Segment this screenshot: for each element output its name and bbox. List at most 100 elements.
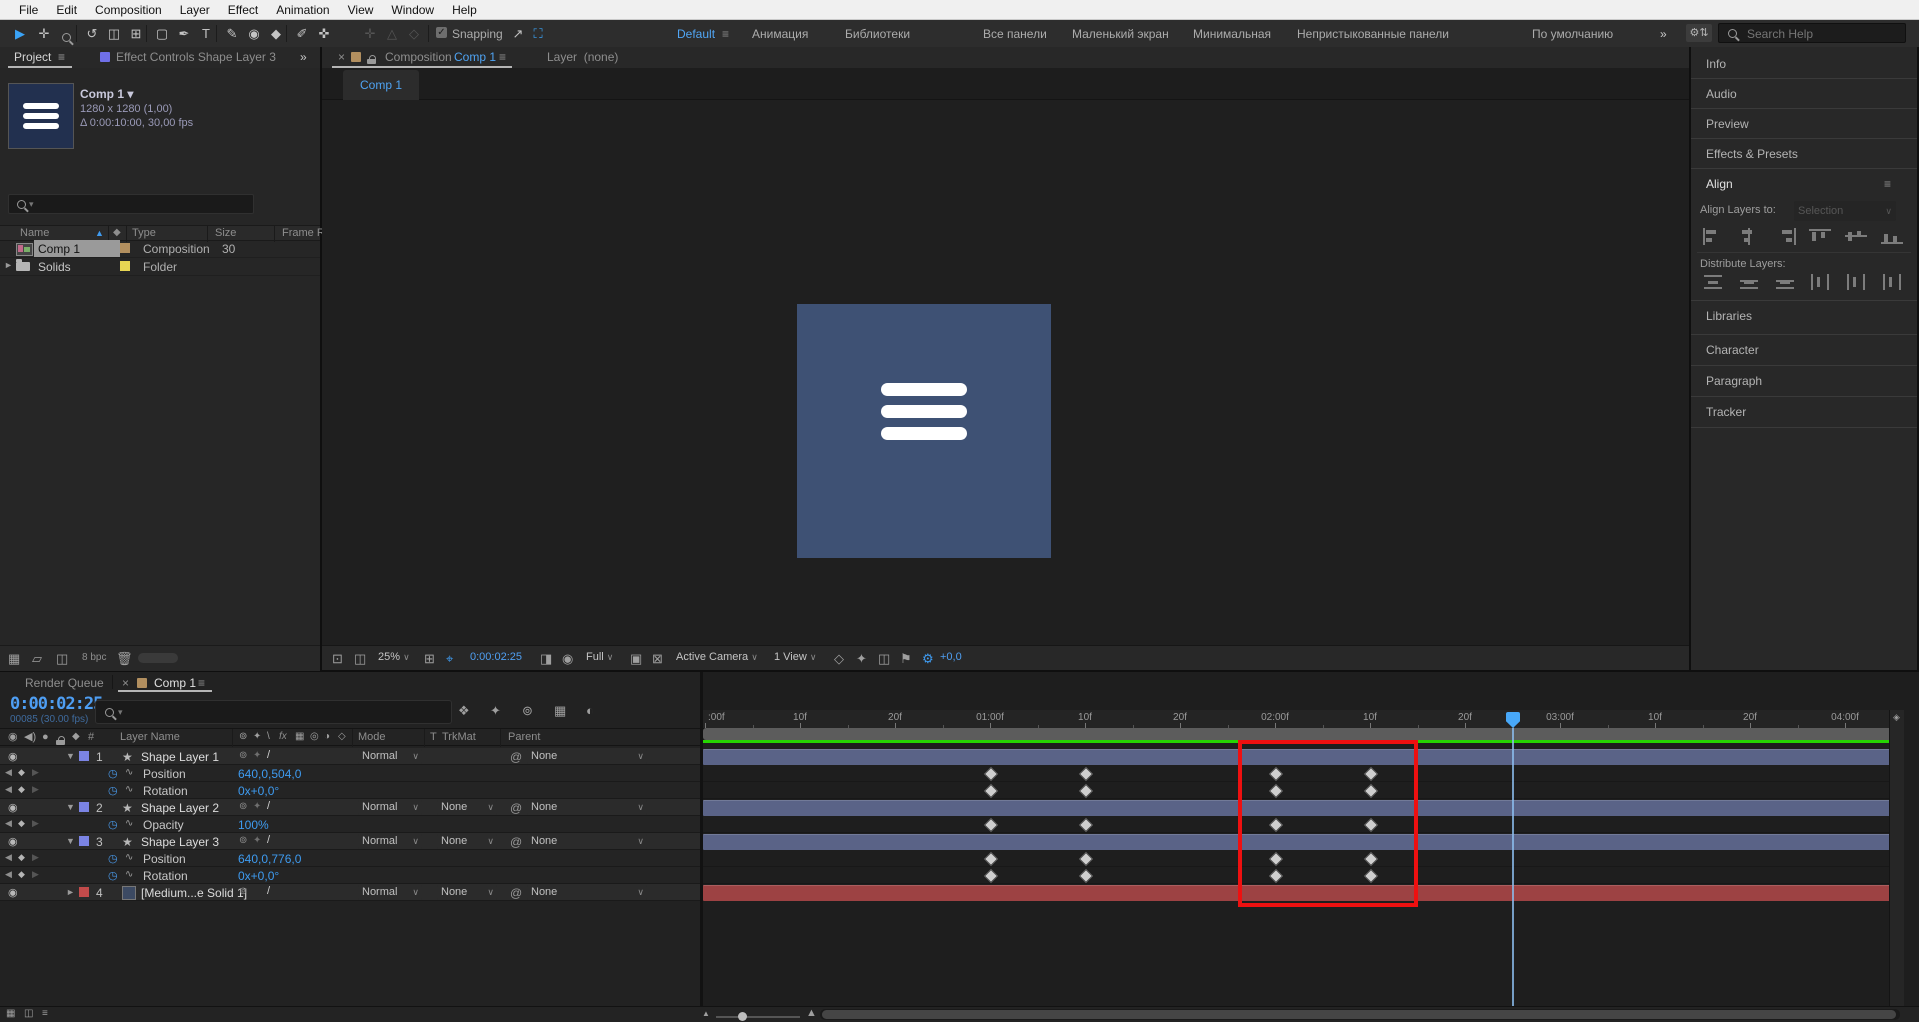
layer-shy-switch[interactable]: ⊚ bbox=[239, 886, 247, 897]
keyframe-diamond[interactable] bbox=[984, 869, 998, 883]
mask-visibility-icon[interactable]: ⌖ bbox=[446, 652, 453, 665]
project-bpc-label[interactable]: 8 bpc bbox=[82, 652, 106, 663]
cti-line[interactable] bbox=[1512, 728, 1514, 1006]
menu-animation[interactable]: Animation bbox=[267, 3, 338, 17]
exposure-value[interactable]: +0,0 bbox=[940, 651, 962, 663]
column-size[interactable]: Size bbox=[215, 227, 236, 239]
column-type[interactable]: Type bbox=[132, 227, 156, 239]
layer-row-4[interactable]: ◉►4[Medium...e Solid 1]⊚/Normal∨None∨@No… bbox=[0, 884, 700, 901]
zoom-tool[interactable] bbox=[56, 25, 76, 45]
menu-edit[interactable]: Edit bbox=[47, 3, 86, 17]
project-search-box[interactable]: ▾ bbox=[8, 194, 254, 214]
workspace-1[interactable]: Default bbox=[677, 27, 715, 41]
next-keyframe-icon[interactable]: ▶ bbox=[32, 818, 39, 829]
layer-label-chip[interactable] bbox=[79, 751, 89, 761]
workspace-7[interactable]: Непристыкованные панели bbox=[1297, 27, 1449, 41]
align-v-center-button[interactable] bbox=[1845, 228, 1869, 245]
layer-name[interactable]: [Medium...e Solid 1] bbox=[141, 886, 247, 900]
keyframe-diamond[interactable] bbox=[984, 767, 998, 781]
keyframe-diamond[interactable] bbox=[984, 818, 998, 832]
preview-comp-title[interactable]: Comp 1 ▾ bbox=[80, 87, 133, 101]
snapping-checkbox[interactable]: ✓ bbox=[436, 27, 447, 38]
layer-label-chip[interactable] bbox=[79, 887, 89, 897]
column-t[interactable]: T bbox=[430, 731, 437, 743]
tab-project[interactable]: Project bbox=[14, 50, 51, 64]
workspace-8[interactable]: По умолчанию bbox=[1532, 27, 1613, 41]
3d-view-dropdown[interactable]: Active Camera ∨ bbox=[676, 651, 758, 663]
parent-pickwhip-icon[interactable]: @ bbox=[510, 886, 522, 900]
align-panel-title[interactable]: Align bbox=[1706, 177, 1733, 191]
keyframe-diamond[interactable] bbox=[984, 784, 998, 798]
layer-mode-dropdown[interactable]: Normal∨ bbox=[358, 800, 422, 815]
label-color-chip[interactable] bbox=[120, 243, 130, 253]
tab-timeline-comp1[interactable]: Comp 1 bbox=[154, 676, 196, 690]
snapshot-icon[interactable]: ◨ bbox=[540, 652, 552, 665]
help-search-input[interactable] bbox=[1745, 25, 1899, 43]
eraser-tool[interactable]: ◆ bbox=[266, 25, 286, 42]
zoom-out-mountain-icon[interactable]: ▲ bbox=[702, 1010, 710, 1018]
sidebar-panel-paragraph[interactable]: Paragraph bbox=[1706, 374, 1762, 388]
viewer-tab-comp-name[interactable]: Comp 1 bbox=[454, 50, 496, 64]
new-composition-icon[interactable]: ◫ bbox=[56, 652, 68, 665]
view-tab-comp1[interactable]: Comp 1 bbox=[343, 70, 419, 100]
roto-brush-tool[interactable]: ✐ bbox=[292, 25, 312, 42]
property-value[interactable]: 640,0,504,0 bbox=[238, 767, 301, 781]
timeline-tab-close-icon[interactable]: × bbox=[122, 676, 129, 690]
project-tabs-overflow[interactable]: » bbox=[300, 50, 307, 64]
hide-shy-layers-icon[interactable]: ⊚ bbox=[522, 704, 533, 717]
align-left-button[interactable] bbox=[1701, 228, 1725, 245]
workspace-3[interactable]: Библиотеки bbox=[845, 27, 910, 41]
workspace-6[interactable]: Минимальная bbox=[1193, 27, 1271, 41]
column-mode[interactable]: Mode bbox=[358, 731, 386, 743]
menu-effect[interactable]: Effect bbox=[219, 3, 267, 17]
stopwatch-icon[interactable]: ◷ bbox=[108, 869, 118, 882]
stopwatch-icon[interactable]: ◷ bbox=[108, 852, 118, 865]
property-name[interactable]: Position bbox=[143, 852, 186, 866]
sidebar-panel-character[interactable]: Character bbox=[1706, 343, 1759, 357]
rotate-tool[interactable]: ↺ bbox=[82, 25, 102, 42]
workspace-2[interactable]: Анимация bbox=[752, 27, 808, 41]
selection-tool[interactable]: ▶ bbox=[10, 25, 30, 42]
layer-visibility-eye-icon[interactable]: ◉ bbox=[8, 886, 18, 899]
sidebar-panel-effects-presets[interactable]: Effects & Presets bbox=[1706, 147, 1798, 161]
layer-shy-switch[interactable]: ⊚ bbox=[239, 835, 247, 846]
layer-parent-dropdown[interactable]: None∨ bbox=[527, 885, 647, 900]
layer-quality-switch[interactable]: / bbox=[267, 834, 270, 846]
region-of-interest-icon[interactable]: ▣ bbox=[630, 652, 642, 665]
keyframe-diamond[interactable] bbox=[984, 852, 998, 866]
grid-guides-icon[interactable]: ⊞ bbox=[424, 652, 435, 665]
menu-view[interactable]: View bbox=[339, 3, 383, 17]
pen-tool[interactable]: ✒ bbox=[174, 25, 194, 42]
layer-trkmat-dropdown[interactable]: None∨ bbox=[437, 834, 497, 849]
expand-transfer-controls-icon[interactable]: ◫ bbox=[24, 1009, 33, 1019]
add-keyframe-icon[interactable]: ◆ bbox=[18, 869, 25, 880]
layer-shy-switch[interactable]: ⊚ bbox=[239, 750, 247, 761]
align-top-button[interactable] bbox=[1809, 228, 1833, 245]
transparency-grid-icon[interactable]: ⊠ bbox=[652, 652, 663, 665]
property-value[interactable]: 100% bbox=[238, 818, 269, 832]
prev-keyframe-icon[interactable]: ◀ bbox=[5, 784, 12, 795]
sidebar-panel-libraries[interactable]: Libraries bbox=[1706, 309, 1752, 323]
property-name[interactable]: Opacity bbox=[143, 818, 184, 832]
column-number[interactable]: # bbox=[88, 731, 94, 743]
snap-options-icon[interactable]: ↗ bbox=[508, 25, 528, 42]
prev-keyframe-icon[interactable]: ◀ bbox=[5, 869, 12, 880]
layer-name[interactable]: Shape Layer 2 bbox=[141, 801, 219, 815]
property-name[interactable]: Position bbox=[143, 767, 186, 781]
layer-visibility-eye-icon[interactable]: ◉ bbox=[8, 835, 18, 848]
view-layout-dropdown[interactable]: 1 View ∨ bbox=[774, 651, 816, 663]
pan-behind-tool[interactable]: ⊞ bbox=[126, 25, 146, 42]
stopwatch-icon[interactable]: ◷ bbox=[108, 818, 118, 831]
layer-row-3[interactable]: ◉▼3★Shape Layer 3⊚✦/Normal∨None∨@None∨ bbox=[0, 833, 700, 850]
keyframe-diamond[interactable] bbox=[1079, 767, 1093, 781]
keyframe-diamond[interactable] bbox=[1079, 818, 1093, 832]
property-value[interactable]: 0x+0,0° bbox=[238, 869, 279, 883]
viewer-panel-menu-icon[interactable]: ≡ bbox=[499, 50, 506, 64]
layer-mode-dropdown[interactable]: Normal∨ bbox=[358, 834, 422, 849]
snap-bbox-icon[interactable]: ⛶ bbox=[528, 25, 548, 42]
distribute-v-center-button[interactable] bbox=[1737, 274, 1761, 291]
add-keyframe-icon[interactable]: ◆ bbox=[18, 767, 25, 778]
keyframe-diamond[interactable] bbox=[1079, 852, 1093, 866]
stopwatch-icon[interactable]: ◷ bbox=[108, 767, 118, 780]
frame-blending-icon[interactable]: ▦ bbox=[554, 704, 566, 717]
